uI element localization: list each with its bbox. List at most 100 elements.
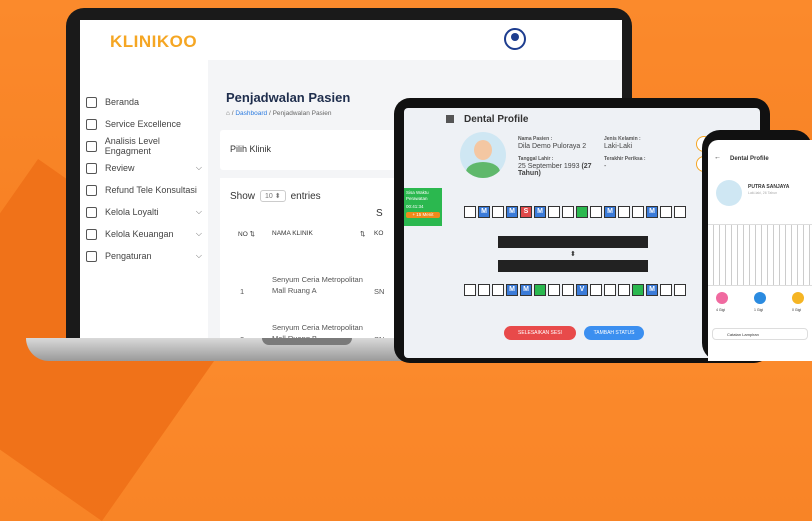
tooth[interactable] xyxy=(590,206,602,218)
tooth[interactable]: M xyxy=(646,284,658,296)
tooth[interactable] xyxy=(576,206,588,218)
tooth[interactable] xyxy=(590,284,602,296)
swap-icon[interactable]: ⬍ xyxy=(570,250,576,258)
tooth[interactable]: M xyxy=(520,284,532,296)
breadcrumb-dashboard-link[interactable]: Dashboard xyxy=(235,110,267,117)
end-session-button[interactable]: SELESAIKAN SESI xyxy=(504,326,576,340)
add-time-button[interactable]: + 15 Menit xyxy=(406,212,440,218)
nama-value: Dila Demo Puloraya 2 xyxy=(518,143,587,150)
tgl-label: Tanggal Lahir : xyxy=(518,156,554,162)
tooth[interactable] xyxy=(478,284,490,296)
sidebar-item-refund[interactable]: Refund Tele Konsultasi xyxy=(86,182,206,198)
tablet-title: Dental Profile xyxy=(464,114,529,125)
stat-icon xyxy=(754,292,766,304)
sidebar-item-keuangan[interactable]: Kelola Keuangan ⌵ xyxy=(86,226,206,242)
tooth[interactable] xyxy=(674,284,686,296)
add-status-button[interactable]: TAMBAH STATUS xyxy=(584,326,644,340)
sidebar-item-label: Review xyxy=(105,163,135,173)
stat-label: 0 Gigi xyxy=(792,308,802,312)
tooth[interactable] xyxy=(562,284,574,296)
tooth[interactable] xyxy=(660,206,672,218)
timer-box: Sisa Waktu Perawatan 00:41:34 + 15 Menit xyxy=(404,188,442,226)
entries-label: entries xyxy=(290,190,321,202)
tooth[interactable] xyxy=(548,284,560,296)
breadcrumb-current: / Penjadwalan Pasien xyxy=(268,110,332,117)
show-entries: Show 10 ⬍ entries xyxy=(230,190,321,202)
tooth-mark: M xyxy=(523,286,529,293)
doc-icon xyxy=(86,184,97,196)
timer-label: Sisa Waktu Perawatan xyxy=(406,190,429,201)
tooth[interactable]: M xyxy=(646,206,658,218)
tooth[interactable]: M xyxy=(534,206,546,218)
page-title: Penjadwalan Pasien xyxy=(226,90,351,105)
tooth-mark: M xyxy=(649,286,655,293)
catatan-button[interactable]: Catatan Lampiran xyxy=(712,328,808,340)
terakhir-label: Terakhir Periksa : xyxy=(604,156,646,162)
table-cell-no: 1 xyxy=(240,287,245,296)
entries-select[interactable]: 10 ⬍ xyxy=(260,190,286,202)
upper-gum-bar xyxy=(498,236,648,248)
stat-label: 4 Gigi xyxy=(716,308,726,312)
sidebar-item-service[interactable]: Service Excellence xyxy=(86,116,206,132)
tooth[interactable]: M xyxy=(478,206,490,218)
tooth-mark: M xyxy=(649,208,655,215)
phone-screen: ← Dental Profile PUTRA SANJAYA Laki-laki… xyxy=(708,140,812,361)
sidebar-item-review[interactable]: Review ⌵ xyxy=(86,160,206,176)
chevron-down-icon: ⌵ xyxy=(195,251,202,260)
tooth[interactable] xyxy=(464,284,476,296)
sidebar-item-label: Kelola Keuangan xyxy=(105,229,174,239)
col-header-kode[interactable]: KO xyxy=(374,230,383,237)
tooth[interactable] xyxy=(632,284,644,296)
tooth-mark: M xyxy=(481,208,487,215)
lower-gum-bar xyxy=(498,260,648,272)
tooth[interactable] xyxy=(548,206,560,218)
sidebar-item-pengaturan[interactable]: Pengaturan ⌵ xyxy=(86,248,206,264)
tooth[interactable] xyxy=(534,284,546,296)
tooth[interactable]: M xyxy=(604,206,616,218)
gift-icon xyxy=(86,206,97,218)
tooth[interactable] xyxy=(674,206,686,218)
sidebar-item-label: Service Excellence xyxy=(105,119,182,129)
tooth[interactable] xyxy=(492,206,504,218)
stat-icon xyxy=(716,292,728,304)
search-label: S xyxy=(376,208,383,219)
logo[interactable]: KLINIKOO xyxy=(110,32,197,52)
jk-value: Laki-Laki xyxy=(604,143,633,150)
tooth[interactable] xyxy=(604,284,616,296)
nama-label: Nama Pasien : xyxy=(518,136,553,142)
tooth-mark: S xyxy=(523,208,529,215)
tooth[interactable] xyxy=(660,284,672,296)
show-label: Show xyxy=(230,190,256,202)
tooth[interactable] xyxy=(562,206,574,218)
table-cell-code: SN xyxy=(374,287,385,296)
tooth[interactable]: V xyxy=(576,284,588,296)
home-icon[interactable] xyxy=(446,115,454,123)
back-icon[interactable]: ← xyxy=(714,154,721,161)
tooth[interactable] xyxy=(618,284,630,296)
tooth[interactable] xyxy=(618,206,630,218)
tooth[interactable] xyxy=(464,206,476,218)
sidebar-item-loyalti[interactable]: Kelola Loyalti ⌵ xyxy=(86,204,206,220)
pilih-klinik-label: Pilih Klinik xyxy=(230,144,272,154)
home-icon xyxy=(86,96,97,108)
tooth[interactable]: M xyxy=(506,206,518,218)
tooth[interactable] xyxy=(632,206,644,218)
col-header-nama[interactable]: NAMA KLINIK xyxy=(272,230,313,237)
stat-icon xyxy=(792,292,804,304)
sidebar-item-analisis[interactable]: Analisis Level Engagment xyxy=(86,136,206,156)
patient-name: PUTRA SANJAYA xyxy=(748,184,790,190)
sort-icon[interactable]: ⇅ xyxy=(360,230,365,238)
timer-value: 00:41:34 xyxy=(406,204,424,209)
breadcrumb: ⌂ / Dashboard / Penjadwalan Pasien xyxy=(226,110,332,117)
col-header-no[interactable]: NO ⇅ xyxy=(238,230,255,238)
tooth[interactable]: S xyxy=(520,206,532,218)
sidebar-item-beranda[interactable]: Beranda xyxy=(86,94,206,110)
profile-icon[interactable] xyxy=(504,28,526,50)
tooth[interactable] xyxy=(492,284,504,296)
sidebar-item-label: Pengaturan xyxy=(105,251,152,261)
col-header-no-label: NO xyxy=(238,231,248,238)
tooth-mark: M xyxy=(537,208,543,215)
tgl-text: 25 September 1993 xyxy=(518,163,580,170)
top-bar: KLINIKOO xyxy=(80,20,622,60)
tooth[interactable]: M xyxy=(506,284,518,296)
